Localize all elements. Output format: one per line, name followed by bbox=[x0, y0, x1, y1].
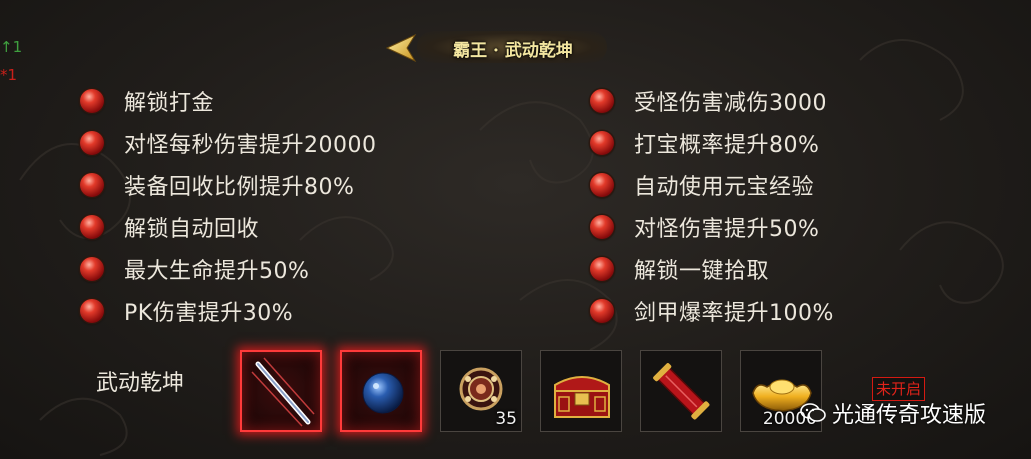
benefit-text: 剑甲爆率提升100% bbox=[634, 301, 834, 326]
benefit-list-left: 解锁打金 对怪每秒伤害提升20000 装备回收比例提升80% 解锁自动回收 最大… bbox=[80, 80, 377, 332]
red-orb-bullet-icon bbox=[590, 89, 614, 113]
benefit-text: 打宝概率提升80% bbox=[634, 133, 820, 158]
benefit-text: 装备回收比例提升80% bbox=[124, 175, 355, 200]
benefit-text: 对怪伤害提升50% bbox=[634, 217, 820, 242]
benefit-row: 最大生命提升50% bbox=[80, 248, 377, 290]
back-arrow-icon[interactable] bbox=[385, 33, 421, 63]
reward-slot-orb[interactable] bbox=[340, 350, 422, 432]
red-orb-bullet-icon bbox=[590, 257, 614, 281]
red-orb-bullet-icon bbox=[590, 215, 614, 239]
reward-slot-scroll[interactable] bbox=[640, 350, 722, 432]
benefit-row: 受怪伤害减伤3000 bbox=[590, 80, 834, 122]
scroll-icon bbox=[653, 363, 710, 420]
red-orb-bullet-icon bbox=[80, 299, 104, 323]
red-orb-bullet-icon bbox=[590, 131, 614, 155]
benefit-text: 最大生命提升50% bbox=[124, 259, 310, 284]
red-orb-bullet-icon bbox=[80, 257, 104, 281]
benefit-row: 解锁打金 bbox=[80, 80, 377, 122]
watermark-text: 光通传奇攻速版 bbox=[832, 403, 987, 428]
benefit-row: PK伤害提升30% bbox=[80, 290, 377, 332]
side-marker-green: ↑1 bbox=[0, 38, 23, 56]
red-orb-bullet-icon bbox=[590, 299, 614, 323]
red-orb-bullet-icon bbox=[590, 173, 614, 197]
watermark: 光通传奇攻速版 bbox=[800, 398, 986, 428]
red-orb-bullet-icon bbox=[80, 215, 104, 239]
blue-orb-icon bbox=[362, 372, 404, 414]
benefit-row: 对怪伤害提升50% bbox=[590, 206, 834, 248]
benefit-row: 解锁自动回收 bbox=[80, 206, 377, 248]
benefit-text: 自动使用元宝经验 bbox=[634, 175, 815, 200]
benefit-row: 对怪每秒伤害提升20000 bbox=[80, 122, 377, 164]
benefit-row: 解锁一键拾取 bbox=[590, 248, 834, 290]
benefit-row: 自动使用元宝经验 bbox=[590, 164, 834, 206]
benefit-text: 解锁一键拾取 bbox=[634, 259, 770, 284]
benefit-text: 对怪每秒伤害提升20000 bbox=[124, 133, 377, 158]
red-orb-bullet-icon bbox=[80, 131, 104, 155]
benefit-row: 装备回收比例提升80% bbox=[80, 164, 377, 206]
benefit-row: 剑甲爆率提升100% bbox=[590, 290, 834, 332]
page-title: 霸王 · 武动乾坤 bbox=[453, 41, 573, 61]
benefit-text: 受怪伤害减伤3000 bbox=[634, 91, 827, 116]
reward-slot-chest[interactable] bbox=[540, 350, 622, 432]
benefit-text: 解锁打金 bbox=[124, 91, 215, 116]
benefit-text: 解锁自动回收 bbox=[124, 217, 260, 242]
red-orb-bullet-icon bbox=[80, 89, 104, 113]
red-orb-bullet-icon bbox=[80, 173, 104, 197]
treasure-chest-icon bbox=[554, 376, 610, 418]
item-count: 35 bbox=[495, 409, 517, 429]
title-banner: 霸王 · 武动乾坤 bbox=[385, 26, 625, 68]
wechat-icon bbox=[800, 403, 826, 422]
rewards-label: 武动乾坤 bbox=[96, 371, 185, 396]
side-marker-red: *1 bbox=[0, 66, 18, 84]
reward-slot-sword[interactable] bbox=[240, 350, 322, 432]
reward-slot-gem[interactable]: 35 bbox=[440, 350, 522, 432]
benefit-text: PK伤害提升30% bbox=[124, 301, 294, 326]
benefit-list-right: 受怪伤害减伤3000 打宝概率提升80% 自动使用元宝经验 对怪伤害提升50% … bbox=[590, 80, 834, 332]
benefit-row: 打宝概率提升80% bbox=[590, 122, 834, 164]
sword-icon bbox=[251, 357, 315, 427]
